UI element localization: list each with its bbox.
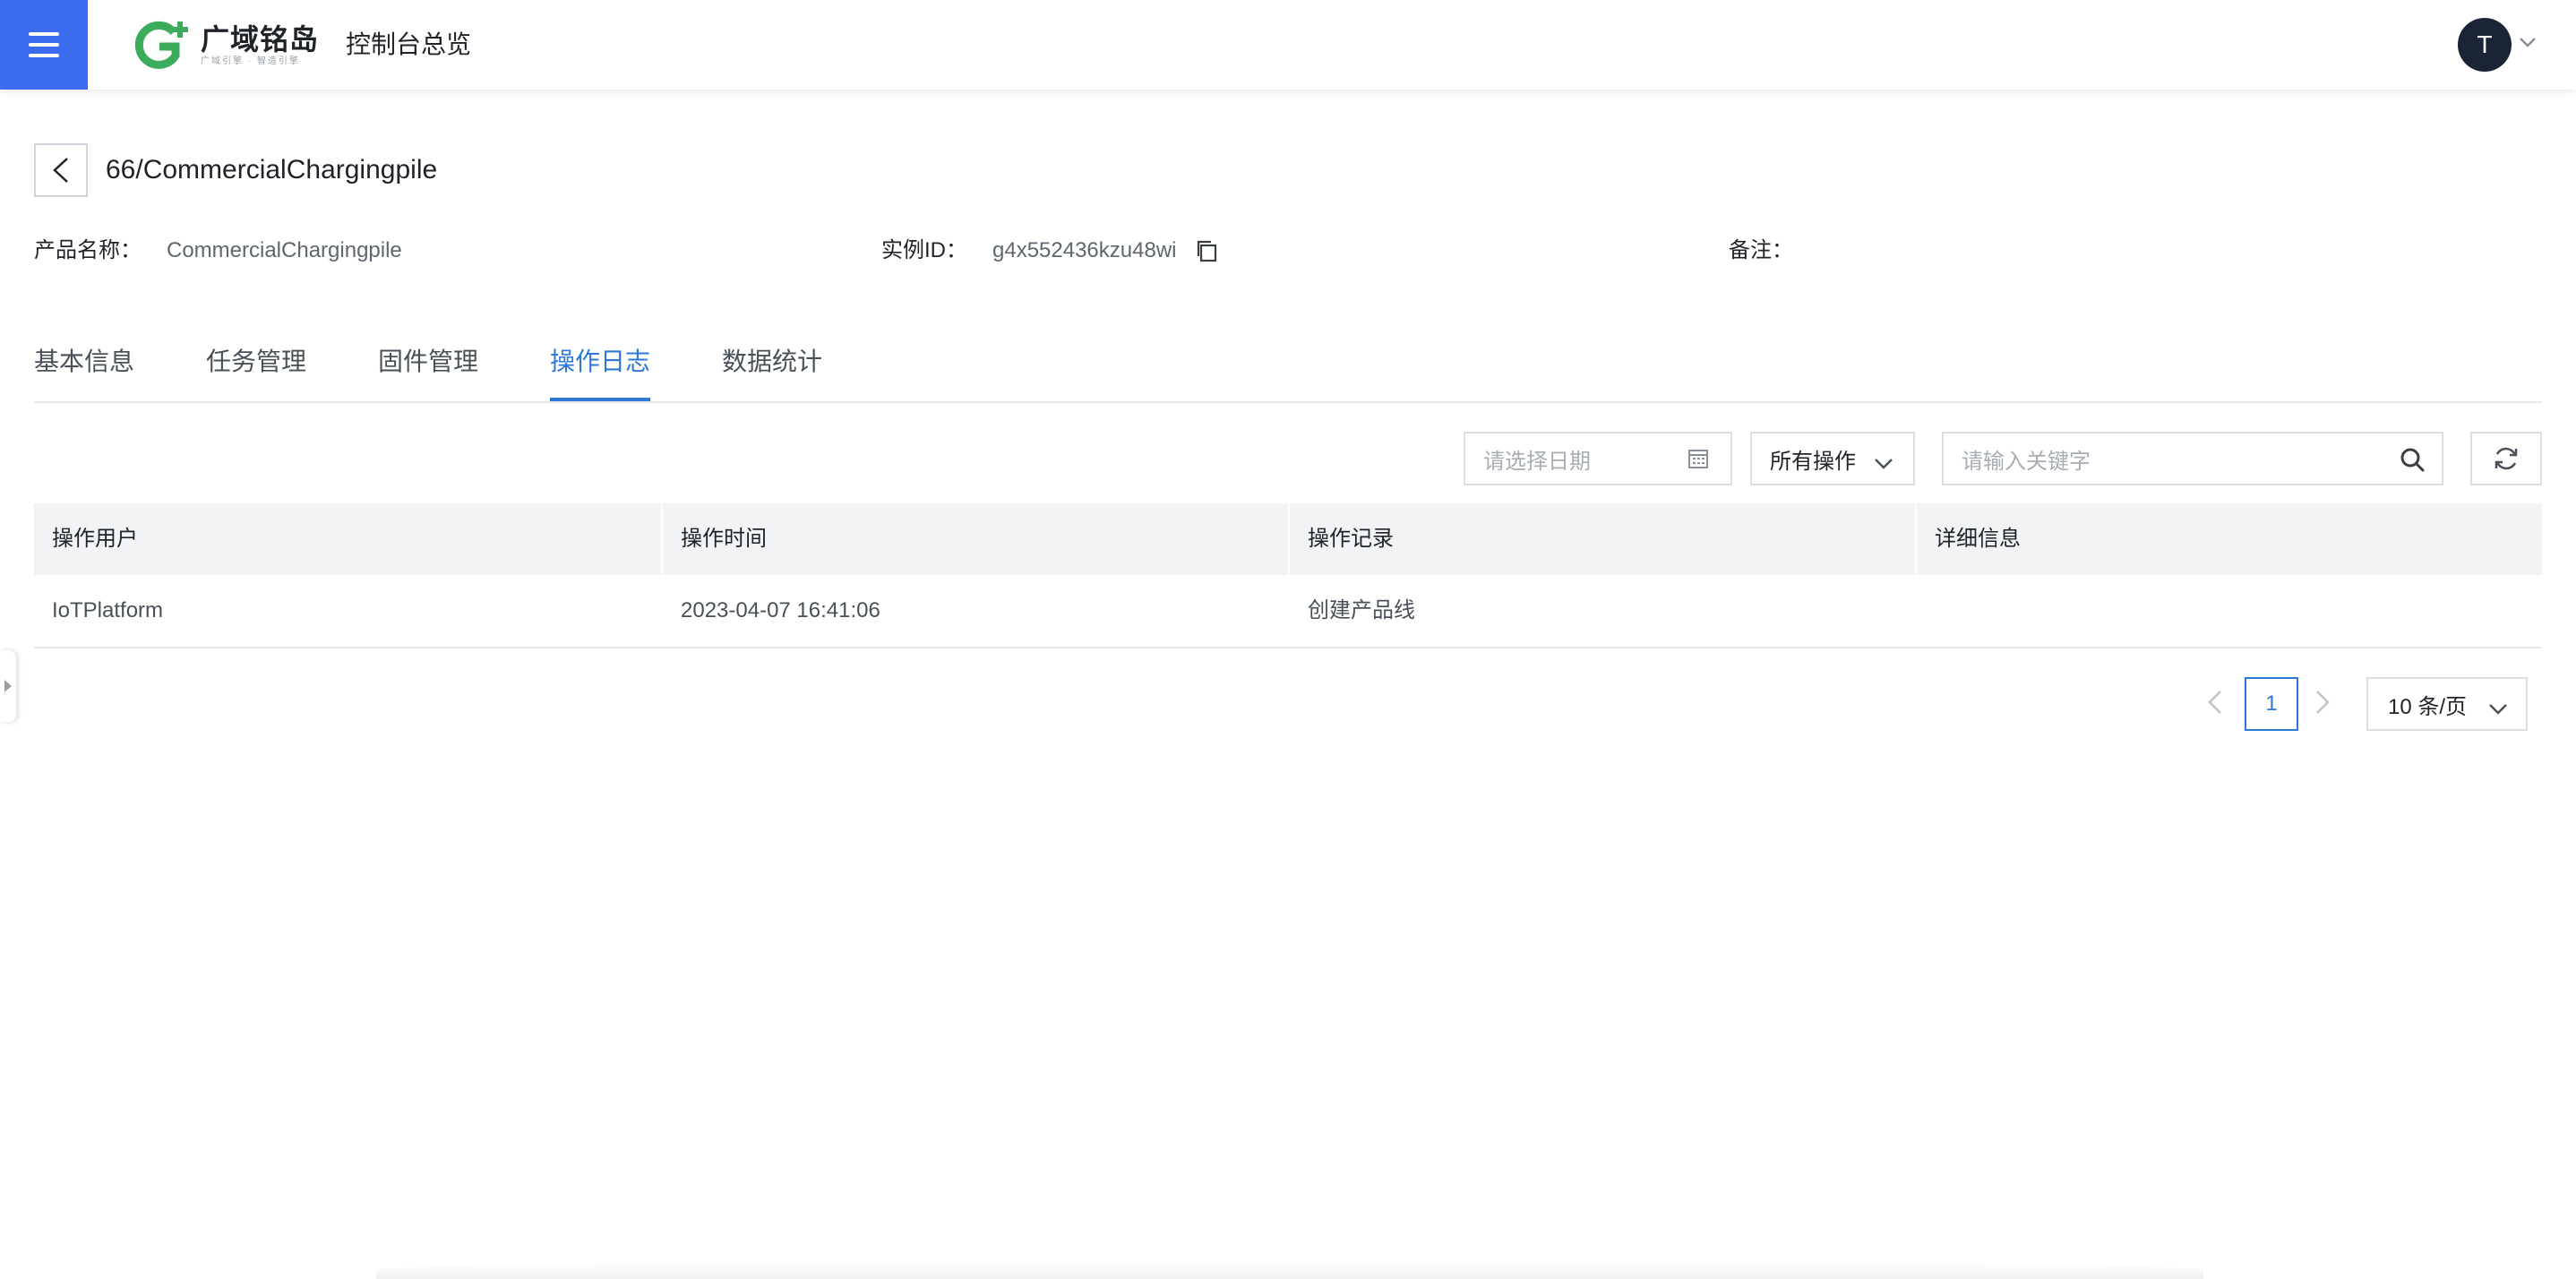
tab-operation-log[interactable]: 操作日志 [550,344,650,380]
chevron-left-icon [2208,691,2221,714]
operation-filter-value: 所有操作 [1770,449,1856,474]
console-overview-link[interactable]: 控制台总览 [346,27,471,63]
previous-page-button[interactable] [2207,690,2223,719]
remark-info: 备注： [1729,235,1818,267]
chevron-down-icon [1874,451,1893,476]
page-number-button[interactable]: 1 [2245,677,2298,731]
instance-id-value: g4x552436kzu48wi [992,238,1177,262]
column-header-details: 详细信息 [1935,527,2021,551]
page-size-select[interactable]: 10 条/页 [2366,677,2528,731]
operation-log-table: 操作用户 操作时间 操作记录 详细信息 IoTPlatform 2023-04-… [34,503,2542,648]
chevron-down-icon[interactable] [2519,36,2537,53]
brand-slogan: 广域引擎 · 智造引擎 [201,56,300,66]
refresh-button[interactable] [2470,432,2542,485]
bottom-shadow [376,1261,2203,1279]
product-name-value: CommercialChargingpile [167,238,402,262]
product-name-label: 产品名称： [34,238,142,262]
tab-firmware-management[interactable]: 固件管理 [378,344,478,380]
keyword-search-input[interactable]: 请输入关键字 [1942,432,2443,485]
page-size-value: 10 条/页 [2388,694,2468,719]
brand-name: 广域铭岛 [201,23,320,56]
active-tab-indicator [550,398,650,401]
back-button[interactable] [34,143,88,197]
hamburger-icon [29,32,59,57]
refresh-icon [2494,447,2518,470]
top-bar: 广域铭岛 广域引擎 · 智造引擎 控制台总览 T [0,0,2576,90]
brand-logo[interactable]: 广域铭岛 广域引擎 · 智造引擎 [133,20,319,72]
tab-basic-info[interactable]: 基本信息 [34,344,134,380]
caret-right-icon [4,680,12,692]
operation-filter-select[interactable]: 所有操作 [1750,432,1915,485]
date-picker[interactable]: 请选择日期 [1464,432,1732,485]
cell-user: IoTPlatform [52,598,164,622]
menu-button[interactable] [0,0,88,90]
search-placeholder: 请输入关键字 [1962,449,2091,474]
page-title: 66/CommercialChargingpile [106,155,438,185]
tab-task-management[interactable]: 任务管理 [206,344,306,380]
column-header-time: 操作时间 [681,527,767,551]
logo-mark-icon [134,21,188,69]
copy-icon[interactable] [1195,239,1218,262]
sidebar-expand-handle[interactable] [0,650,16,722]
instance-id-label: 实例ID： [881,238,967,262]
instance-id-info: 实例ID： g4x552436kzu48wi [881,235,1218,267]
date-placeholder: 请选择日期 [1483,449,1591,474]
detail-tabs: 基本信息 任务管理 固件管理 操作日志 数据统计 [34,337,2542,403]
chevron-right-icon [2316,691,2330,714]
cell-record: 创建产品线 [1308,598,1415,622]
search-icon[interactable] [2399,446,2426,477]
user-avatar[interactable]: T [2458,18,2512,72]
calendar-icon [1687,448,1709,474]
cell-details [1917,575,2542,647]
product-name-info: 产品名称： CommercialChargingpile [34,235,402,267]
arrow-left-icon [53,158,68,183]
next-page-button[interactable] [2314,690,2331,719]
remark-label: 备注： [1729,238,1793,262]
tab-data-statistics[interactable]: 数据统计 [722,344,822,380]
table-header: 操作用户 操作时间 操作记录 详细信息 [34,503,2542,575]
column-header-record: 操作记录 [1308,527,1394,551]
column-header-user: 操作用户 [52,527,138,551]
chevron-down-icon [2488,697,2508,722]
table-row: IoTPlatform 2023-04-07 16:41:06 创建产品线 [34,575,2542,648]
cell-time: 2023-04-07 16:41:06 [681,598,880,622]
